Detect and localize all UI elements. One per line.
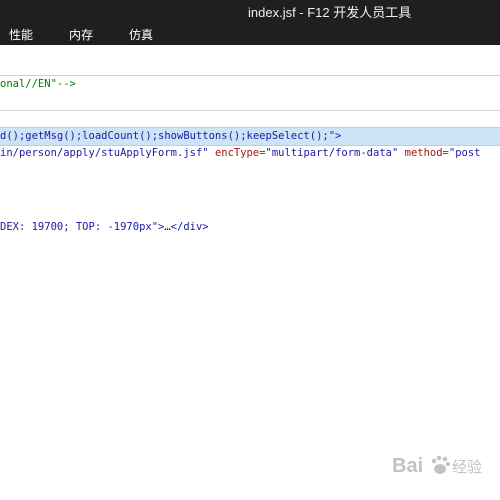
- watermark-text: Bai: [392, 455, 423, 477]
- tab-emulation[interactable]: 仿真: [129, 26, 153, 43]
- window-title: index.jsf - F12 开发人员工具: [248, 5, 412, 20]
- watermark-suffix: 经验: [452, 458, 482, 476]
- baidu-paw-icon: Bai 经验: [392, 455, 482, 477]
- tab-performance[interactable]: 性能: [9, 26, 33, 43]
- section-divider: [0, 110, 500, 111]
- watermark: Bai 经验: [390, 448, 490, 480]
- enctype-attribute-name: encType=: [214, 147, 266, 159]
- body-tag-line[interactable]: d();getMsg();loadCount();showButtons();k…: [0, 127, 500, 146]
- form-action-value: in/person/apply/stuApplyForm.jsf": [0, 147, 209, 159]
- onload-attribute-value: d();getMsg();loadCount();showButtons();k…: [0, 130, 342, 142]
- doctype-comment-line[interactable]: onal//EN"-->: [0, 76, 500, 93]
- div-tag-line[interactable]: DEX: 19700; TOP: -1970px">…</div>: [0, 219, 500, 236]
- dom-explorer-tree[interactable]: onal//EN"--> d();getMsg();loadCount();sh…: [0, 76, 500, 500]
- tool-tab-bar: 性能 内存 仿真: [0, 22, 500, 45]
- enctype-attribute-value: "multipart/form-data": [265, 147, 399, 159]
- tab-memory[interactable]: 内存: [69, 26, 93, 43]
- doctype-comment-text: onal//EN"-->: [0, 78, 76, 90]
- devtools-window: index.jsf - F12 开发人员工具 性能 内存 仿真 onal//EN…: [0, 0, 500, 500]
- div-style-value: DEX: 19700; TOP: -1970px">…</div>: [0, 221, 209, 233]
- dom-toolbar: [0, 45, 500, 76]
- form-tag-line[interactable]: in/person/apply/stuApplyForm.jsf" encTyp…: [0, 145, 500, 162]
- method-attribute-value: "post: [448, 147, 481, 159]
- method-attribute-name: method=: [404, 147, 449, 159]
- title-bar: index.jsf - F12 开发人员工具: [0, 0, 500, 22]
